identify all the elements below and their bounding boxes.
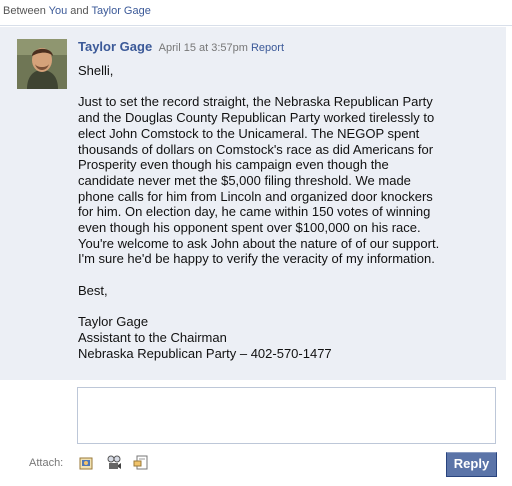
message-body: Shelli, Just to set the record straight,… [78, 63, 500, 377]
body-line: even though his opponent spent over $100… [78, 220, 421, 236]
message-paragraph: Just to set the record straight, the Neb… [78, 94, 500, 267]
closing-line: Best, [78, 282, 108, 298]
reply-textarea[interactable] [77, 387, 496, 444]
thread-participants-header: Between You and Taylor Gage [0, 0, 512, 26]
message-timestamp: April 15 at 3:57pm [158, 42, 248, 54]
body-line: Prosperity even though his campaign even… [78, 157, 389, 173]
photo-attach-icon[interactable] [78, 455, 94, 471]
signature-organization: Nebraska Republican Party – 402-570-1477 [78, 345, 332, 361]
link-attach-icon[interactable] [133, 455, 149, 471]
signature-title: Assistant to the Chairman [78, 329, 227, 345]
attach-label: Attach: [29, 457, 64, 469]
body-line: I'm sure he'd be happy to verify the ver… [78, 251, 435, 267]
body-line: elect John Comstock to the Unicameral. T… [78, 125, 420, 141]
body-line: You're welcome to ask John about the nat… [78, 235, 440, 251]
between-prefix: Between [3, 5, 46, 17]
you-link[interactable]: You [49, 5, 68, 17]
body-line: Just to set the record straight, the Neb… [78, 94, 433, 110]
participant-link[interactable]: Taylor Gage [92, 5, 151, 17]
message-item: Taylor Gage April 15 at 3:57pm Report Sh… [0, 26, 506, 380]
body-line: candidate never met the $5,000 filing th… [78, 172, 411, 188]
reply-button[interactable]: Reply [446, 452, 497, 477]
report-link[interactable]: Report [251, 42, 284, 54]
and-word: and [70, 5, 89, 17]
body-line: for him. On election day, he came within… [78, 204, 431, 220]
message-header: Taylor Gage April 15 at 3:57pm Report [78, 39, 488, 54]
body-line: phone calls for him from Lincoln and org… [78, 188, 433, 204]
profile-photo-icon [17, 39, 67, 89]
author-avatar[interactable] [17, 39, 67, 89]
video-attach-icon[interactable] [106, 455, 122, 471]
signature-block: Taylor Gage Assistant to the Chairman Ne… [78, 314, 500, 361]
greeting-line: Shelli, [78, 63, 114, 78]
author-name-link[interactable]: Taylor Gage [78, 39, 152, 54]
signature-name: Taylor Gage [78, 314, 149, 330]
body-line: and the Douglas County Republican Party … [78, 110, 435, 126]
body-line: thousands of dollars on Comstock's race … [78, 141, 434, 157]
message-thread-page: Between You and Taylor Gage Taylor Gage … [0, 0, 512, 486]
